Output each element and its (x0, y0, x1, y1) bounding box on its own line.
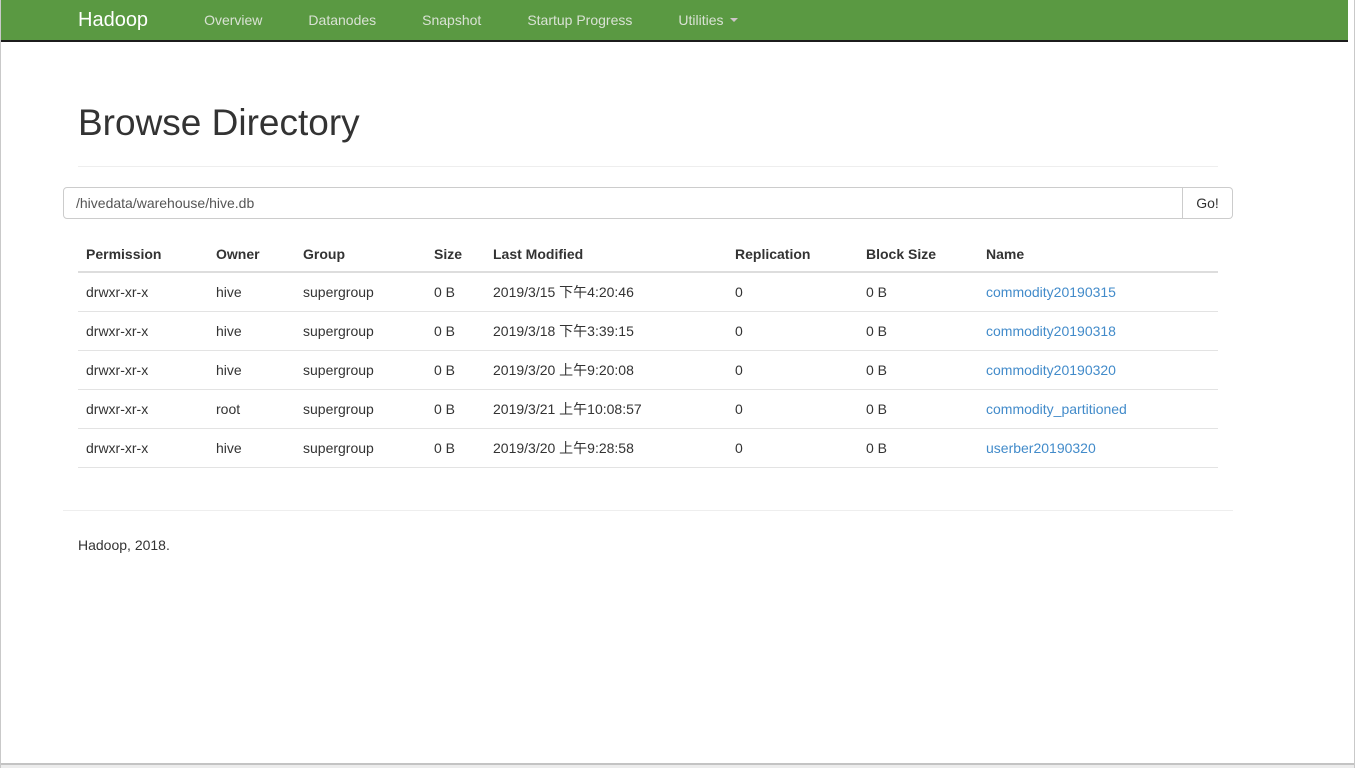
cell-replication: 0 (727, 429, 858, 468)
directory-link[interactable]: commodity20190318 (986, 323, 1116, 339)
cell-size: 0 B (426, 390, 485, 429)
cell-last-modified: 2019/3/15 下午4:20:46 (485, 272, 727, 312)
cell-group: supergroup (295, 351, 426, 390)
navbar: Hadoop Overview Datanodes Snapshot Start… (1, 0, 1348, 42)
cell-size: 0 B (426, 272, 485, 312)
col-header-block-size: Block Size (858, 237, 978, 272)
col-header-permission: Permission (78, 237, 208, 272)
chevron-down-icon (730, 18, 738, 22)
cell-owner: hive (208, 351, 295, 390)
directory-link[interactable]: userber20190320 (986, 440, 1096, 456)
cell-name: commodity20190315 (978, 272, 1218, 312)
cell-last-modified: 2019/3/21 上午10:08:57 (485, 390, 727, 429)
cell-owner: hive (208, 429, 295, 468)
cell-owner: hive (208, 272, 295, 312)
main-content: Browse Directory Go! Permission Owner Gr… (63, 102, 1233, 553)
col-header-owner: Owner (208, 237, 295, 272)
cell-name: commodity20190320 (978, 351, 1218, 390)
footer-divider (63, 510, 1233, 511)
table-row: drwxr-xr-xhivesupergroup0 B2019/3/15 下午4… (78, 272, 1218, 312)
directory-path-group: Go! (63, 187, 1233, 219)
cell-size: 0 B (426, 351, 485, 390)
title-divider (78, 166, 1218, 167)
cell-replication: 0 (727, 272, 858, 312)
cell-block-size: 0 B (858, 429, 978, 468)
table-row: drwxr-xr-xhivesupergroup0 B2019/3/20 上午9… (78, 351, 1218, 390)
cell-block-size: 0 B (858, 312, 978, 351)
cell-group: supergroup (295, 390, 426, 429)
cell-replication: 0 (727, 351, 858, 390)
table-header-row: Permission Owner Group Size Last Modifie… (78, 237, 1218, 272)
cell-block-size: 0 B (858, 351, 978, 390)
navbar-brand[interactable]: Hadoop (78, 9, 148, 32)
window-bottom-edge (1, 763, 1354, 768)
cell-replication: 0 (727, 312, 858, 351)
col-header-size: Size (426, 237, 485, 272)
cell-group: supergroup (295, 272, 426, 312)
table-row: drwxr-xr-xhivesupergroup0 B2019/3/18 下午3… (78, 312, 1218, 351)
col-header-group: Group (295, 237, 426, 272)
cell-replication: 0 (727, 390, 858, 429)
cell-group: supergroup (295, 429, 426, 468)
table-row: drwxr-xr-xhivesupergroup0 B2019/3/20 上午9… (78, 429, 1218, 468)
col-header-name: Name (978, 237, 1218, 272)
cell-name: userber20190320 (978, 429, 1218, 468)
cell-block-size: 0 B (858, 390, 978, 429)
col-header-last-modified: Last Modified (485, 237, 727, 272)
directory-listing-table: Permission Owner Group Size Last Modifie… (78, 237, 1218, 468)
directory-link[interactable]: commodity20190320 (986, 362, 1116, 378)
cell-name: commodity20190318 (978, 312, 1218, 351)
cell-permission: drwxr-xr-x (78, 429, 208, 468)
cell-owner: hive (208, 312, 295, 351)
cell-permission: drwxr-xr-x (78, 390, 208, 429)
directory-link[interactable]: commodity20190315 (986, 284, 1116, 300)
table-row: drwxr-xr-xrootsupergroup0 B2019/3/21 上午1… (78, 390, 1218, 429)
cell-block-size: 0 B (858, 272, 978, 312)
cell-last-modified: 2019/3/20 上午9:20:08 (485, 351, 727, 390)
nav-item-datanodes[interactable]: Datanodes (292, 12, 392, 28)
cell-size: 0 B (426, 312, 485, 351)
cell-permission: drwxr-xr-x (78, 272, 208, 312)
footer-text: Hadoop, 2018. (78, 537, 1218, 553)
browser-window: Hadoop Overview Datanodes Snapshot Start… (0, 0, 1355, 768)
cell-size: 0 B (426, 429, 485, 468)
cell-group: supergroup (295, 312, 426, 351)
nav-item-overview[interactable]: Overview (188, 12, 278, 28)
navbar-menu: Overview Datanodes Snapshot Startup Prog… (188, 0, 767, 40)
nav-item-snapshot[interactable]: Snapshot (406, 12, 497, 28)
cell-last-modified: 2019/3/18 下午3:39:15 (485, 312, 727, 351)
directory-link[interactable]: commodity_partitioned (986, 401, 1127, 417)
nav-item-utilities[interactable]: Utilities (662, 12, 753, 28)
cell-owner: root (208, 390, 295, 429)
cell-name: commodity_partitioned (978, 390, 1218, 429)
cell-permission: drwxr-xr-x (78, 312, 208, 351)
cell-permission: drwxr-xr-x (78, 351, 208, 390)
page-title: Browse Directory (78, 102, 1218, 144)
col-header-replication: Replication (727, 237, 858, 272)
nav-item-startup-progress[interactable]: Startup Progress (511, 12, 648, 28)
nav-item-utilities-label: Utilities (678, 12, 723, 28)
directory-path-input[interactable] (63, 187, 1183, 219)
cell-last-modified: 2019/3/20 上午9:28:58 (485, 429, 727, 468)
go-button[interactable]: Go! (1183, 187, 1233, 219)
